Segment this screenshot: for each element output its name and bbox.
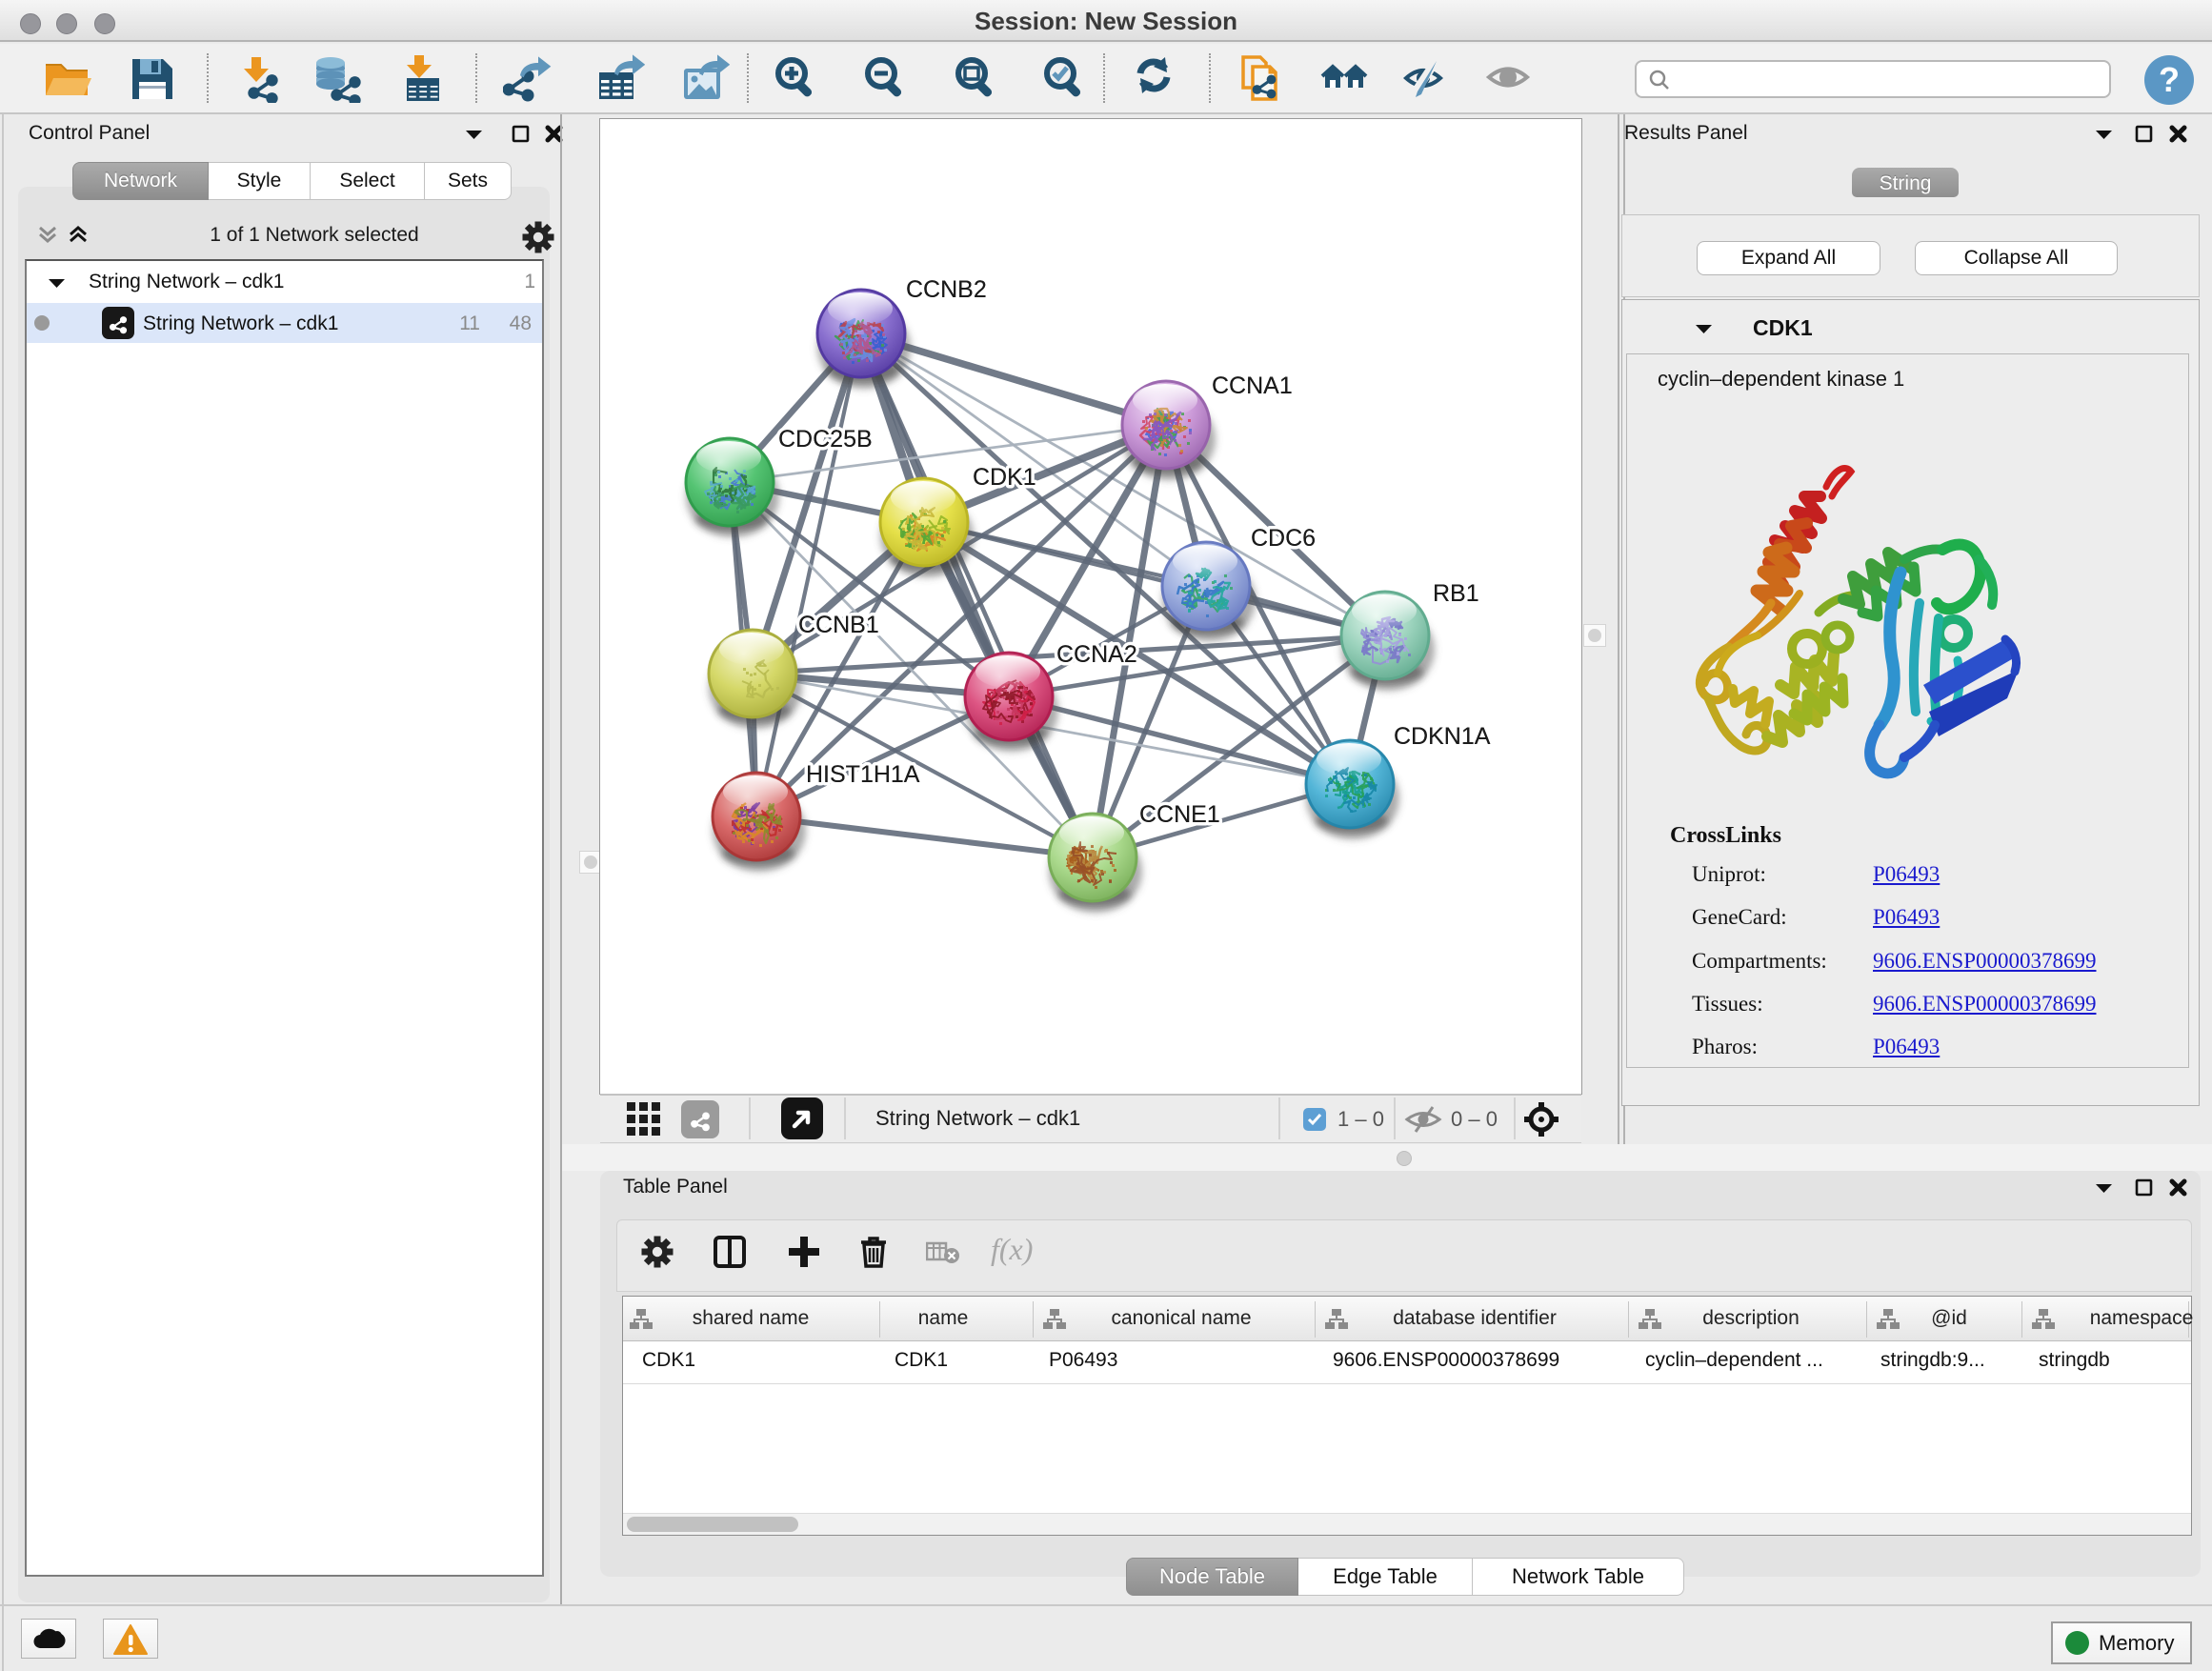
- svg-text:CCNB1: CCNB1: [798, 612, 879, 638]
- svg-text:RB1: RB1: [1433, 580, 1479, 607]
- svg-text:HIST1H1A: HIST1H1A: [806, 761, 920, 788]
- svg-text:CCNB2: CCNB2: [906, 276, 987, 303]
- svg-text:CCNA2: CCNA2: [1056, 641, 1137, 668]
- svg-text:CCNA1: CCNA1: [1212, 372, 1293, 399]
- svg-text:CDKN1A: CDKN1A: [1394, 723, 1491, 750]
- svg-text:CDC6: CDC6: [1251, 525, 1316, 552]
- svg-text:CCNE1: CCNE1: [1139, 801, 1220, 828]
- svg-text:CDC25B: CDC25B: [778, 426, 873, 453]
- svg-text:CDK1: CDK1: [973, 464, 1036, 491]
